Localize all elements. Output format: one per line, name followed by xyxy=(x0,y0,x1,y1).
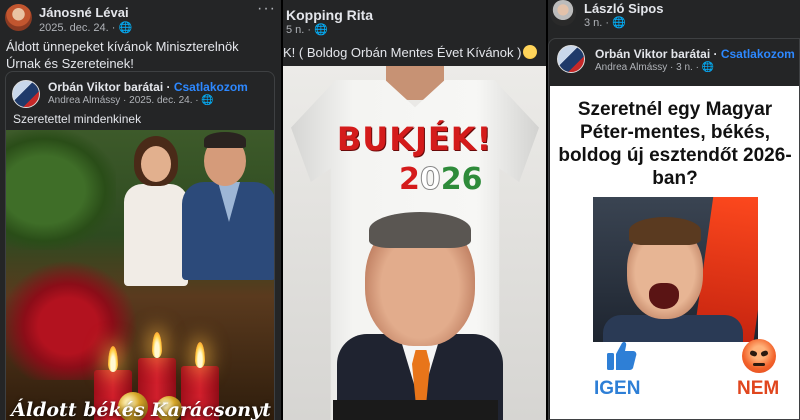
post-meta[interactable]: 5 n. · 🌐 xyxy=(286,23,328,36)
page-avatar[interactable] xyxy=(12,80,40,108)
post-author[interactable]: Kopping Rita xyxy=(286,7,373,23)
shouting-man-photo xyxy=(593,197,758,342)
separator-dot: · xyxy=(163,80,174,94)
post-meta[interactable]: 2025. dec. 24. · 🌐 xyxy=(39,21,132,34)
greeting-text: Áldott békés Karácsonyt mindenkinek xyxy=(11,399,271,420)
separator-dot: · xyxy=(710,47,721,61)
screenshot-collage: Jánosné Lévai 2025. dec. 24. · 🌐 ··· Áld… xyxy=(0,0,800,420)
shared-post[interactable]: Orbán Viktor barátai · Csatlakozom Andre… xyxy=(548,38,800,420)
shirt-year: 2026 xyxy=(399,162,483,198)
post-card-1: Jánosné Lévai 2025. dec. 24. · 🌐 ··· Áld… xyxy=(0,0,281,420)
more-options-icon[interactable]: ··· xyxy=(257,0,276,18)
post-text: Áldott ünnepeket kívánok Miniszterelnök … xyxy=(6,39,239,71)
poinsettia-flower xyxy=(6,260,138,380)
portrait-print xyxy=(337,212,503,420)
thumbs-up-icon[interactable] xyxy=(604,339,638,373)
post-author[interactable]: László Sipos xyxy=(584,1,663,16)
shared-header: Orbán Viktor barátai · Csatlakozom xyxy=(48,80,248,94)
post-meta[interactable]: 3 n. · 🌐 xyxy=(584,16,626,29)
christmas-photo[interactable]: Áldott békés Karácsonyt mindenkinek xyxy=(6,130,274,420)
wink-kiss-emoji-icon xyxy=(523,45,538,59)
post-text: K! ( Boldog Orbán Mentes Évet Kívánok ) xyxy=(283,45,522,60)
page-avatar[interactable] xyxy=(557,45,585,73)
page-name[interactable]: Orbán Viktor barátai xyxy=(48,80,163,94)
post-author[interactable]: Jánosné Lévai xyxy=(39,5,129,20)
page-name[interactable]: Orbán Viktor barátai xyxy=(595,47,710,61)
post-text-row: K! ( Boldog Orbán Mentes Évet Kívánok ) xyxy=(283,45,538,60)
poll-image[interactable]: Szeretnél egy Magyar Péter-mentes, békés… xyxy=(550,86,799,419)
shared-post[interactable]: Orbán Viktor barátai · Csatlakozom Andre… xyxy=(5,71,275,420)
shared-meta[interactable]: Andrea Almássy · 2025. dec. 24. · 🌐 xyxy=(48,95,214,106)
man-figure xyxy=(182,130,274,280)
shirt-slogan: BUKJÉK! xyxy=(336,120,493,158)
avatar[interactable] xyxy=(5,4,32,31)
join-button[interactable]: Csatlakozom xyxy=(174,80,248,94)
tshirt-photo[interactable]: BUKJÉK! 2026 xyxy=(283,66,546,420)
pine-branches xyxy=(6,130,116,250)
angry-face-icon[interactable] xyxy=(742,339,776,373)
join-button[interactable]: Csatlakozom xyxy=(721,47,795,61)
yes-label[interactable]: IGEN xyxy=(594,378,640,400)
shared-meta[interactable]: Andrea Almássy · 3 n. · 🌐 xyxy=(595,62,714,73)
shared-text: Szeretettel mindenkinek xyxy=(13,112,142,126)
avatar[interactable] xyxy=(550,0,576,26)
model-pants xyxy=(333,400,498,420)
post-card-3: László Sipos 3 n. · 🌐 Orbán Viktor barát… xyxy=(548,0,800,420)
no-label[interactable]: NEM xyxy=(737,378,779,400)
shared-header: Orbán Viktor barátai · Csatlakozom xyxy=(595,47,795,61)
candle-flame xyxy=(195,342,205,368)
candle-flame xyxy=(152,332,162,358)
post-card-2: Kopping Rita 5 n. · 🌐 K! ( Boldog Orbán … xyxy=(283,0,546,420)
poll-question: Szeretnél egy Magyar Péter-mentes, békés… xyxy=(558,99,792,189)
